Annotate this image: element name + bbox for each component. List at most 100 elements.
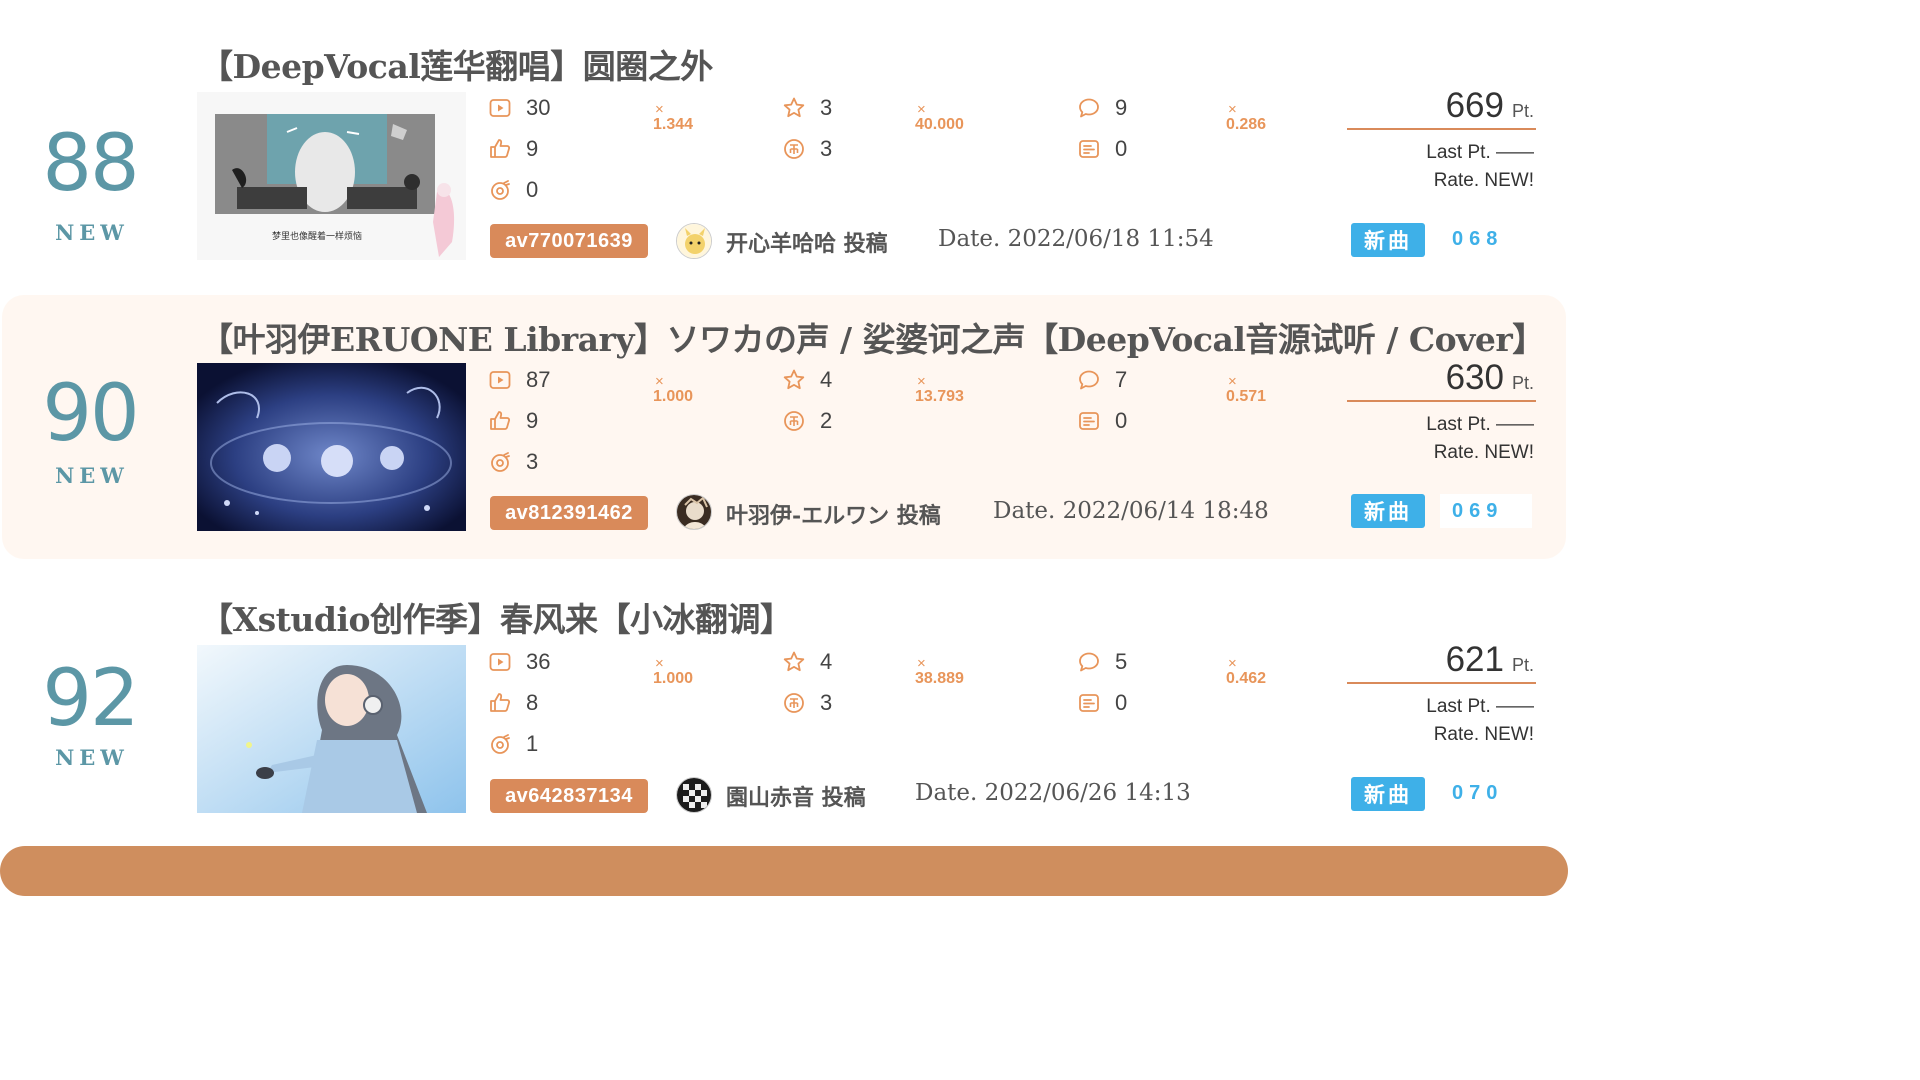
comment-icon xyxy=(1077,368,1101,392)
points: 630 Pt. xyxy=(1446,358,1534,398)
favorite-count: 4 xyxy=(820,367,833,392)
stat-play: 30 xyxy=(488,93,550,123)
video-cover[interactable]: 梦里也像醒着一样烦恼 xyxy=(197,92,466,260)
star-icon xyxy=(782,96,806,120)
last-points: Last Pt. —— xyxy=(1426,142,1534,163)
stat-coin: 1 xyxy=(488,729,538,759)
share-count: 3 xyxy=(820,690,833,715)
points-divider xyxy=(1347,682,1536,684)
favorite-count: 4 xyxy=(820,649,833,674)
uploader-avatar[interactable] xyxy=(676,777,712,813)
multiply-icon: × xyxy=(1228,373,1237,390)
like-count: 8 xyxy=(526,690,539,715)
cover-caption: 梦里也像醒着一样烦恼 xyxy=(272,230,362,242)
rank-change-note: NEW xyxy=(55,220,129,245)
rank-number: 88 xyxy=(42,119,139,209)
comment-count: 9 xyxy=(1115,95,1128,120)
points: 621 Pt. xyxy=(1446,640,1534,680)
uploader-name[interactable]: 叶羽伊-エルワン 投稿 xyxy=(726,498,941,530)
stat-favorite: 4 xyxy=(782,365,832,395)
av-id-tag[interactable]: av642837134 xyxy=(490,779,648,813)
coin-icon xyxy=(488,732,512,756)
comment-icon xyxy=(1077,650,1101,674)
multiply-icon: × xyxy=(917,655,926,672)
stat-like: 8 xyxy=(488,688,538,718)
play-count: 30 xyxy=(526,95,551,120)
points: 669 Pt. xyxy=(1446,86,1534,126)
coin-icon xyxy=(488,178,512,202)
stat-danmaku: 0 xyxy=(1077,688,1127,718)
star-icon xyxy=(782,650,806,674)
rank-change-note: NEW xyxy=(55,463,129,488)
points-divider xyxy=(1347,400,1536,402)
danmaku-count: 0 xyxy=(1115,690,1128,715)
play-icon xyxy=(488,368,512,392)
video-title[interactable]: 【叶羽伊ERUONE Library】ソワカの声 / 娑婆诃之声【DeepVoc… xyxy=(200,313,1545,361)
ranking-entry: 90 NEW 【叶羽伊ERUONE Library】ソワカの声 / 娑婆诃之声【… xyxy=(2,295,1566,559)
danmaku-icon xyxy=(1077,409,1101,433)
favorite-multiplier: × 40.000 xyxy=(915,101,964,133)
multiply-icon: × xyxy=(655,101,664,118)
upload-date: Date. 2022/06/14 18:48 xyxy=(993,498,1269,524)
sequence-number: 070 xyxy=(1440,776,1532,810)
stat-play: 36 xyxy=(488,647,550,677)
points-value: 630 xyxy=(1445,358,1504,397)
share-icon xyxy=(782,691,806,715)
danmaku-count: 0 xyxy=(1115,136,1128,161)
like-count: 9 xyxy=(526,136,539,161)
danmaku-icon xyxy=(1077,137,1101,161)
footer-bar xyxy=(0,846,1568,896)
last-points: Last Pt. —— xyxy=(1426,414,1534,435)
danmaku-count: 0 xyxy=(1115,408,1128,433)
upload-date: Date. 2022/06/26 14:13 xyxy=(915,780,1191,806)
share-icon xyxy=(782,137,806,161)
av-id-tag[interactable]: av812391462 xyxy=(490,496,648,530)
points-divider xyxy=(1347,128,1536,130)
video-title[interactable]: 【Xstudio创作季】春风来【小冰翻调】 xyxy=(200,593,793,641)
uploader-avatar[interactable] xyxy=(676,223,712,259)
rate: Rate. NEW! xyxy=(1433,724,1534,745)
coin-icon xyxy=(488,450,512,474)
stat-share: 3 xyxy=(782,688,832,718)
rate: Rate. NEW! xyxy=(1433,442,1534,463)
comment-icon xyxy=(1077,96,1101,120)
points-value: 669 xyxy=(1445,86,1504,125)
play-count: 87 xyxy=(526,367,551,392)
coin-count: 3 xyxy=(526,449,539,474)
video-cover[interactable] xyxy=(197,645,466,813)
new-song-badge: 新曲 xyxy=(1351,223,1425,257)
uploader-avatar[interactable] xyxy=(676,494,712,530)
sequence-number: 069 xyxy=(1440,494,1532,528)
like-icon xyxy=(488,137,512,161)
ranking-entry: 88 NEW 【DeepVocal莲华翻唱】圆圈之外 梦里也像醒着一样烦恼 30… xyxy=(0,30,1568,294)
uploader-name[interactable]: 園山赤音 投稿 xyxy=(726,780,866,812)
video-cover[interactable] xyxy=(197,363,466,531)
like-icon xyxy=(488,691,512,715)
play-icon xyxy=(488,650,512,674)
video-title[interactable]: 【DeepVocal莲华翻唱】圆圈之外 xyxy=(200,40,713,88)
stat-comment: 9 xyxy=(1077,93,1127,123)
comment-multiplier: × 0.462 xyxy=(1226,655,1267,687)
play-icon xyxy=(488,96,512,120)
upload-date: Date. 2022/06/18 11:54 xyxy=(938,226,1214,252)
comment-multiplier: × 0.286 xyxy=(1226,101,1267,133)
favorite-multiplier: × 38.889 xyxy=(915,655,964,687)
rank-number: 92 xyxy=(42,654,139,744)
play-multiplier: × 1.344 xyxy=(653,101,694,133)
stat-favorite: 3 xyxy=(782,93,832,123)
stat-danmaku: 0 xyxy=(1077,406,1127,436)
star-icon xyxy=(782,368,806,392)
stat-play: 87 xyxy=(488,365,550,395)
play-multiplier: × 1.000 xyxy=(653,655,694,687)
multiply-icon: × xyxy=(1228,655,1237,672)
new-song-badge: 新曲 xyxy=(1351,494,1425,528)
rank-number: 90 xyxy=(42,369,139,459)
stat-coin: 0 xyxy=(488,175,538,205)
last-points: Last Pt. —— xyxy=(1426,696,1534,717)
rank-change-note: NEW xyxy=(55,745,129,770)
stat-comment: 5 xyxy=(1077,647,1127,677)
av-id-tag[interactable]: av770071639 xyxy=(490,224,648,258)
rate: Rate. NEW! xyxy=(1433,170,1534,191)
stat-like: 9 xyxy=(488,134,538,164)
uploader-name[interactable]: 开心羊哈哈 投稿 xyxy=(726,226,888,258)
